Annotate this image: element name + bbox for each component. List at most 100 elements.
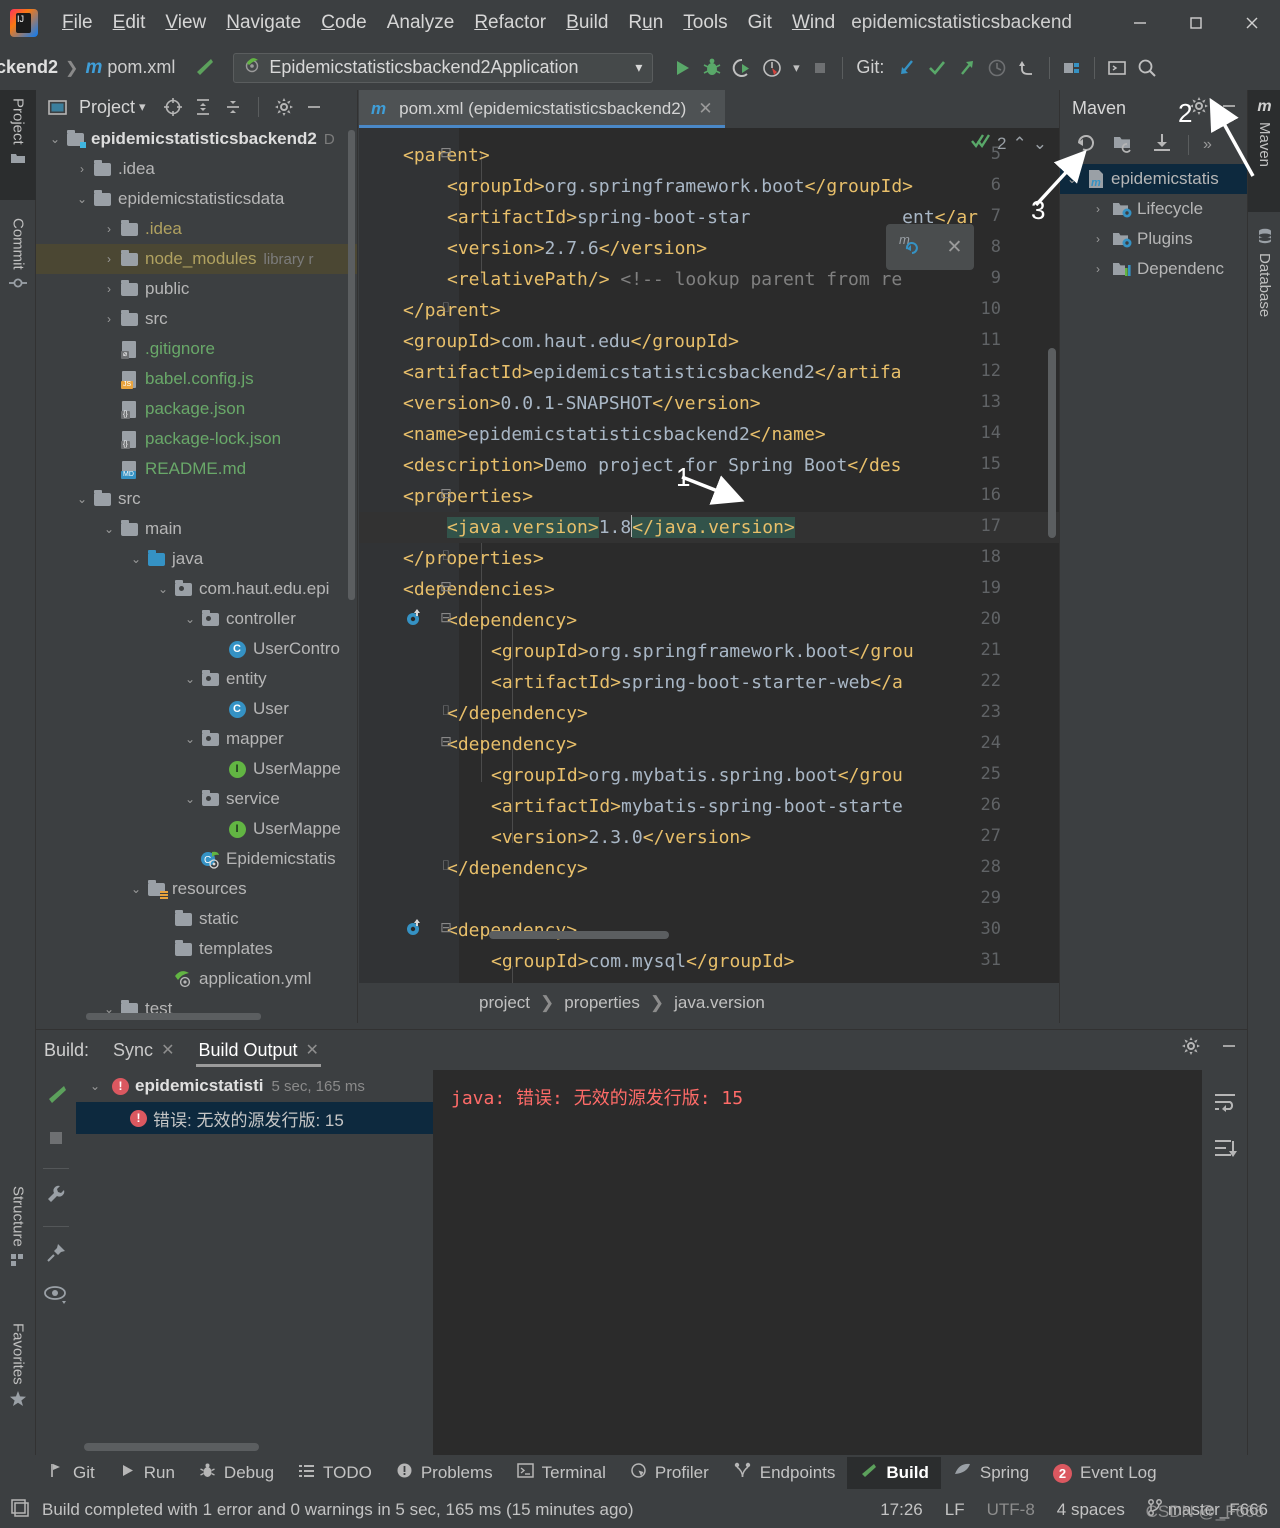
project-file-tree[interactable]: ⌄ epidemicstatisticsbackend2 D › .idea ⌄ epide… bbox=[36, 124, 357, 1023]
tree-node-babel-config-js[interactable]: JS babel.config.js bbox=[36, 364, 357, 394]
tree-node-epidemicstatisticsdata[interactable]: ⌄ epidemicstatisticsdata bbox=[36, 184, 357, 214]
menu-edit[interactable]: Edit bbox=[103, 10, 156, 36]
tree-node-epidemicstatis[interactable]: C Epidemicstatis bbox=[36, 844, 357, 874]
chevron-right-icon[interactable]: › bbox=[100, 312, 118, 326]
tree-node-controller[interactable]: ⌄ controller bbox=[36, 604, 357, 634]
chevron-down-icon[interactable]: ⌄ bbox=[46, 132, 64, 146]
build-hammer-icon[interactable] bbox=[43, 1082, 69, 1113]
code-line[interactable]: </dependency> bbox=[359, 853, 588, 884]
settings-gear-icon[interactable] bbox=[271, 94, 297, 120]
close-icon[interactable]: ✕ bbox=[698, 99, 712, 119]
download-sources-icon[interactable] bbox=[1150, 131, 1174, 160]
menu-build[interactable]: Build bbox=[556, 10, 618, 36]
code-line[interactable]: <dependencies> bbox=[359, 574, 555, 605]
tree-node-readme-md[interactable]: MD README.md bbox=[36, 454, 357, 484]
tab-event-log[interactable]: 2 Event Log bbox=[1041, 1457, 1169, 1489]
code-line[interactable]: <version>2.7.6</version> bbox=[359, 233, 707, 264]
status-window-icon[interactable] bbox=[10, 1497, 30, 1522]
code-line[interactable]: <artifactId>spring-boot-starter-web</a bbox=[359, 667, 903, 698]
git-history-icon[interactable] bbox=[982, 53, 1012, 83]
build-tree-horizontal-scrollbar[interactable] bbox=[84, 1443, 259, 1451]
hide-icon[interactable] bbox=[1219, 1036, 1239, 1061]
tree-node--gitignore[interactable]: ⌀ .gitignore bbox=[36, 334, 357, 364]
code-line[interactable]: <name>epidemicstatisticsbackend2</name> bbox=[359, 419, 826, 450]
minimize-button[interactable] bbox=[1112, 0, 1168, 45]
sidebar-item-commit[interactable]: Commit bbox=[0, 210, 36, 335]
stop-icon[interactable] bbox=[805, 53, 835, 83]
project-horizontal-scrollbar[interactable] bbox=[86, 1013, 261, 1020]
wrench-icon[interactable] bbox=[44, 1183, 68, 1212]
code-line[interactable]: <version>2.3.0</version> bbox=[359, 822, 751, 853]
git-update-icon[interactable] bbox=[892, 53, 922, 83]
tree-node--idea[interactable]: › .idea bbox=[36, 154, 357, 184]
fold-end-icon[interactable]: ⌷ bbox=[439, 702, 453, 719]
chevron-down-icon[interactable]: ⌄ bbox=[1060, 172, 1084, 186]
chevron-down-icon[interactable]: ⌄ bbox=[73, 192, 91, 206]
tree-node-service[interactable]: ⌄ service bbox=[36, 784, 357, 814]
tree-node-com-haut-edu-epi[interactable]: ⌄ com.haut.edu.epi bbox=[36, 574, 357, 604]
code-line[interactable]: <relativePath/> <!-- lookup parent from … bbox=[359, 264, 902, 295]
tab-run[interactable]: Run bbox=[107, 1457, 187, 1489]
maven-node-epidemicstatis[interactable]: ⌄ m epidemicstatis bbox=[1060, 164, 1247, 194]
breadcrumb-project[interactable]: project bbox=[479, 993, 530, 1013]
menu-navigate[interactable]: Navigate bbox=[216, 10, 311, 36]
code-line[interactable]: </parent> bbox=[359, 295, 501, 326]
hide-icon[interactable] bbox=[1219, 96, 1239, 121]
tab-build-output[interactable]: Build Output ✕ bbox=[188, 1034, 328, 1067]
code-line[interactable]: <artifactId>mybatis-spring-boot-starte bbox=[359, 791, 903, 822]
editor-vertical-scrollbar[interactable] bbox=[1048, 348, 1056, 538]
tab-terminal[interactable]: Terminal bbox=[505, 1457, 618, 1489]
sidebar-item-structure[interactable]: Structure bbox=[0, 1178, 36, 1308]
close-icon[interactable]: ✕ bbox=[947, 236, 963, 259]
build-console[interactable]: java: 错误: 无效的源发行版: 15 bbox=[433, 1070, 1202, 1455]
build-hammer-icon[interactable] bbox=[189, 53, 219, 83]
fold-collapse-icon[interactable]: ⊟ bbox=[439, 733, 453, 750]
chevron-down-icon[interactable]: ⌄ bbox=[181, 792, 199, 806]
chevron-down-icon[interactable]: ▾ bbox=[787, 53, 805, 83]
maven-reload-popup[interactable]: m ✕ bbox=[886, 224, 974, 270]
chevron-down-icon[interactable]: ⌄ bbox=[100, 522, 118, 536]
tree-node-epidemicstatisticsbackend2[interactable]: ⌄ epidemicstatisticsbackend2 D bbox=[36, 124, 357, 154]
run-icon[interactable] bbox=[667, 53, 697, 83]
fold-collapse-icon[interactable]: ⊟ bbox=[439, 578, 453, 595]
code-line[interactable]: <java.version>1.8</java.version> bbox=[359, 512, 795, 543]
tree-node-application-yml[interactable]: application.yml bbox=[36, 964, 357, 994]
tree-node-public[interactable]: › public bbox=[36, 274, 357, 304]
maven-project-tree[interactable]: ⌄ m epidemicstatis › Lifecycle › Plugins › Depen… bbox=[1060, 164, 1247, 1023]
chevron-down-icon[interactable]: ⌄ bbox=[73, 492, 91, 506]
eye-icon[interactable] bbox=[43, 1284, 69, 1311]
fold-end-icon[interactable]: ⌷ bbox=[439, 857, 453, 874]
chevron-right-icon[interactable]: › bbox=[100, 252, 118, 266]
tab-git[interactable]: Git bbox=[36, 1457, 107, 1489]
close-icon[interactable]: ✕ bbox=[161, 1040, 174, 1060]
code-line[interactable]: <groupId>com.haut.edu</groupId> bbox=[359, 326, 739, 357]
tab-debug[interactable]: Debug bbox=[187, 1457, 286, 1489]
menu-view[interactable]: View bbox=[155, 10, 216, 36]
code-line[interactable]: <groupId>com.mysql</groupId> bbox=[359, 946, 794, 977]
code-line[interactable]: </dependency> bbox=[359, 698, 588, 729]
editor-tab-pom-xml[interactable]: m pom.xml (epidemicstatisticsbackend2) ✕ bbox=[359, 90, 725, 128]
code-line[interactable]: <groupId>org.mybatis.spring.boot</grou bbox=[359, 760, 903, 791]
menu-tools[interactable]: Tools bbox=[673, 10, 737, 36]
menu-window[interactable]: Wind bbox=[782, 10, 845, 36]
code-line[interactable]: <description>Demo project for Spring Boo… bbox=[359, 450, 902, 481]
tab-profiler[interactable]: Profiler bbox=[618, 1457, 721, 1489]
chevron-down-icon[interactable]: ⌄ bbox=[127, 882, 145, 896]
tree-node-entity[interactable]: ⌄ entity bbox=[36, 664, 357, 694]
stop-icon[interactable] bbox=[45, 1127, 67, 1154]
project-structure-icon[interactable] bbox=[1057, 53, 1087, 83]
sidebar-item-database[interactable]: Database bbox=[1248, 220, 1280, 360]
debug-icon[interactable] bbox=[697, 53, 727, 83]
tab-todo[interactable]: TODO bbox=[286, 1457, 384, 1489]
tab-problems[interactable]: Problems bbox=[384, 1457, 505, 1489]
build-results-tree[interactable]: ⌄! epidemicstatisti 5 sec, 165 ms! 错误: 无效的源… bbox=[76, 1070, 433, 1455]
locate-icon[interactable] bbox=[160, 94, 186, 120]
expand-all-icon[interactable] bbox=[190, 94, 216, 120]
code-editor[interactable]: <parent> <groupId>org.springframework.boo… bbox=[359, 128, 1059, 983]
chevron-up-icon[interactable]: ⌃ bbox=[1013, 134, 1027, 154]
code-line[interactable]: <version>0.0.1-SNAPSHOT</version> bbox=[359, 388, 761, 419]
chevron-down-icon[interactable]: ⌄ bbox=[154, 582, 172, 596]
sidebar-item-project[interactable]: Project bbox=[0, 90, 36, 200]
tree-node-main[interactable]: ⌄ main bbox=[36, 514, 357, 544]
hide-icon[interactable] bbox=[301, 94, 327, 120]
